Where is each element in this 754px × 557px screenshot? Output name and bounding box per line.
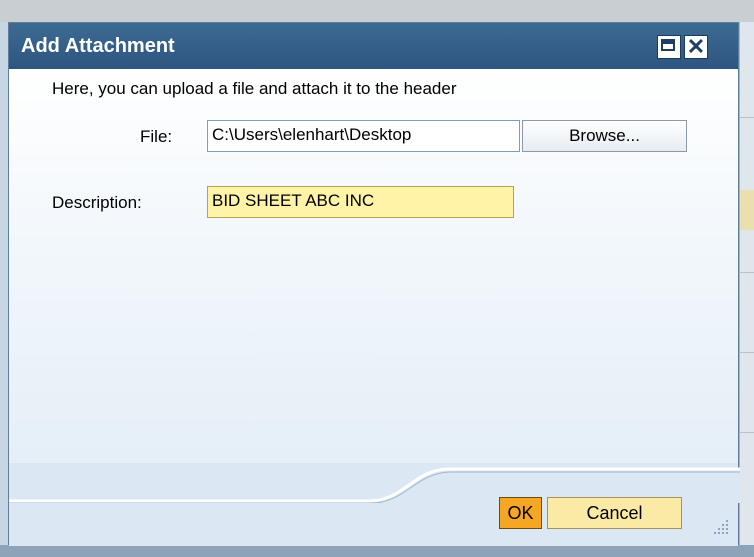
intro-text: Here, you can upload a file and attach i… [52,79,457,98]
dialog-title: Add Attachment [21,35,175,57]
cancel-button[interactable]: Cancel [547,497,682,529]
maximize-icon[interactable] [657,35,681,59]
file-path-field[interactable]: C:\Users\elenhart\Desktop [207,120,520,152]
file-label: File: [140,127,173,146]
close-icon[interactable]: ✕ [684,35,708,59]
description-label: Description: [52,193,142,212]
ok-button[interactable]: OK [499,497,542,529]
dialog-titlebar[interactable]: Add Attachment ✕ [9,23,738,69]
background-app-left [0,22,8,545]
browse-button[interactable]: Browse... [522,120,687,152]
resize-grip-icon[interactable] [709,515,731,537]
background-app-top [0,0,754,22]
description-field[interactable]: BID SHEET ABC INC [207,186,514,218]
background-app-right [740,22,754,557]
add-attachment-dialog: Add Attachment ✕ Here, you can upload a … [8,22,740,546]
background-app-highlight [740,190,754,230]
background-app-bottom [0,545,754,557]
